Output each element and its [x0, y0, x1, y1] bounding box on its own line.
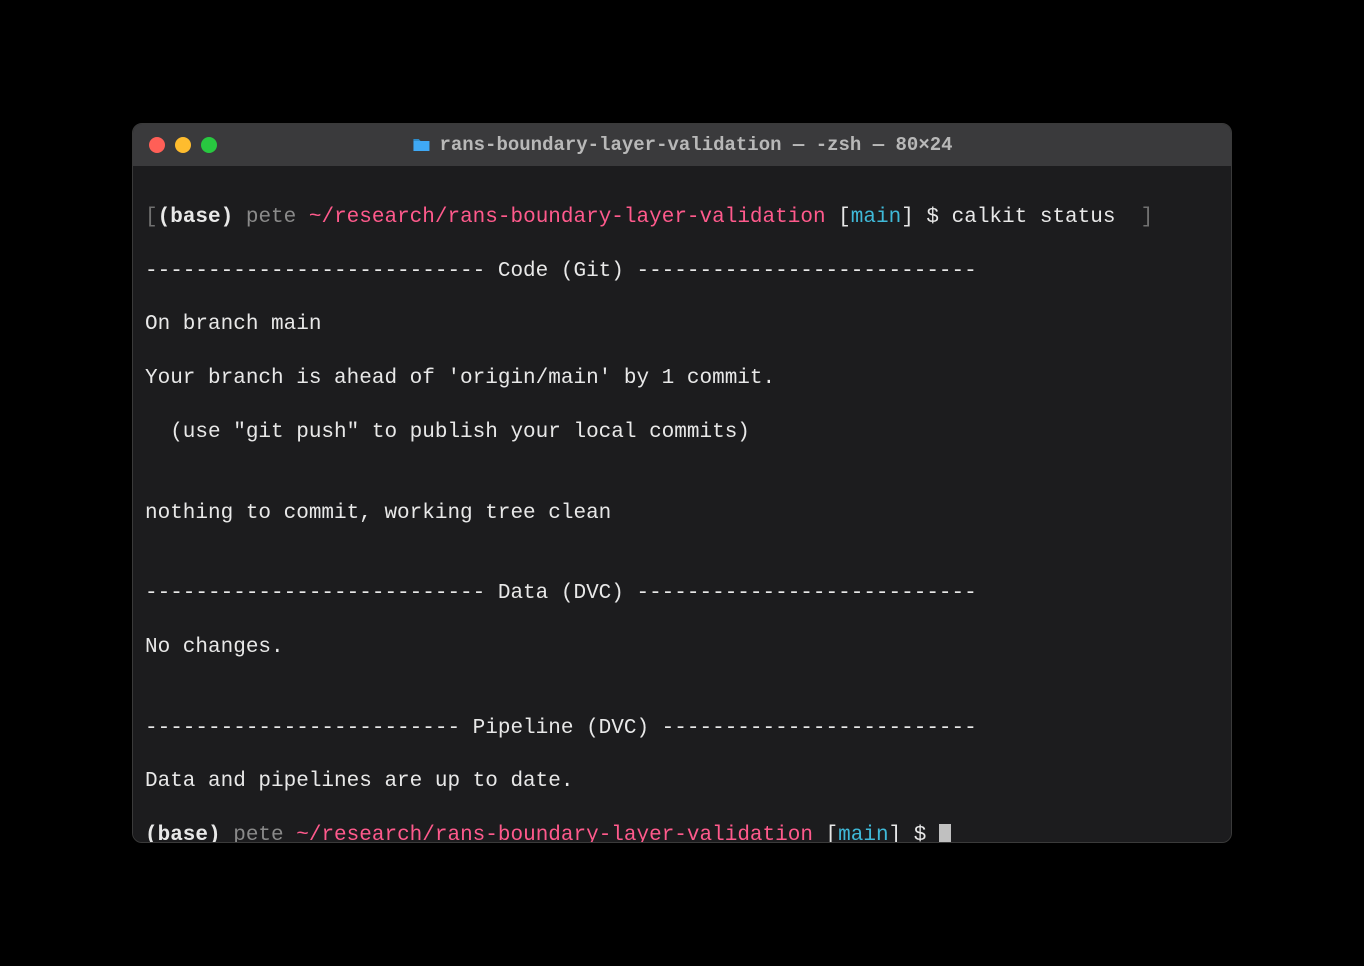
- prompt-branch: main: [838, 824, 888, 842]
- output-line: ------------------------- Pipeline (DVC)…: [145, 716, 1219, 743]
- window-title-text: rans-boundary-layer-validation — -zsh — …: [439, 134, 952, 156]
- prompt-dollar: $: [914, 824, 939, 842]
- prompt-line-1: [(base) pete ~/research/rans-boundary-la…: [145, 205, 1219, 232]
- window-title: rans-boundary-layer-validation — -zsh — …: [411, 134, 952, 156]
- folder-icon: [411, 137, 431, 153]
- edge-bracket-open: [: [145, 206, 158, 229]
- output-line: nothing to commit, working tree clean: [145, 501, 1219, 528]
- prompt-path: ~/research/rans-boundary-layer-validatio…: [309, 206, 826, 229]
- prompt-dollar: $: [926, 206, 951, 229]
- prompt-env: (base): [158, 206, 234, 229]
- titlebar[interactable]: rans-boundary-layer-validation — -zsh — …: [133, 124, 1231, 166]
- maximize-button[interactable]: [201, 137, 217, 153]
- edge-bracket-close: ]: [1141, 206, 1154, 229]
- spacer: [1115, 206, 1140, 229]
- prompt-bracket-open: [: [813, 824, 838, 842]
- terminal-window: rans-boundary-layer-validation — -zsh — …: [132, 123, 1232, 843]
- output-line: Data and pipelines are up to date.: [145, 769, 1219, 796]
- prompt-bracket-open: [: [826, 206, 851, 229]
- command-text: calkit status: [952, 206, 1116, 229]
- prompt-user: pete: [221, 824, 297, 842]
- prompt-env: (base): [145, 824, 221, 842]
- traffic-lights: [149, 137, 217, 153]
- output-line: Your branch is ahead of 'origin/main' by…: [145, 366, 1219, 393]
- output-line: --------------------------- Data (DVC) -…: [145, 581, 1219, 608]
- cursor: [939, 824, 951, 842]
- output-line: --------------------------- Code (Git) -…: [145, 259, 1219, 286]
- close-button[interactable]: [149, 137, 165, 153]
- prompt-branch: main: [851, 206, 901, 229]
- prompt-bracket-close: ]: [889, 824, 914, 842]
- minimize-button[interactable]: [175, 137, 191, 153]
- output-line: (use "git push" to publish your local co…: [145, 420, 1219, 447]
- prompt-line-2: (base) pete ~/research/rans-boundary-lay…: [145, 823, 1219, 842]
- prompt-path: ~/research/rans-boundary-layer-validatio…: [296, 824, 813, 842]
- prompt-bracket-close: ]: [901, 206, 926, 229]
- terminal-body[interactable]: [(base) pete ~/research/rans-boundary-la…: [133, 166, 1231, 842]
- output-line: No changes.: [145, 635, 1219, 662]
- output-line: On branch main: [145, 312, 1219, 339]
- prompt-user: pete: [233, 206, 309, 229]
